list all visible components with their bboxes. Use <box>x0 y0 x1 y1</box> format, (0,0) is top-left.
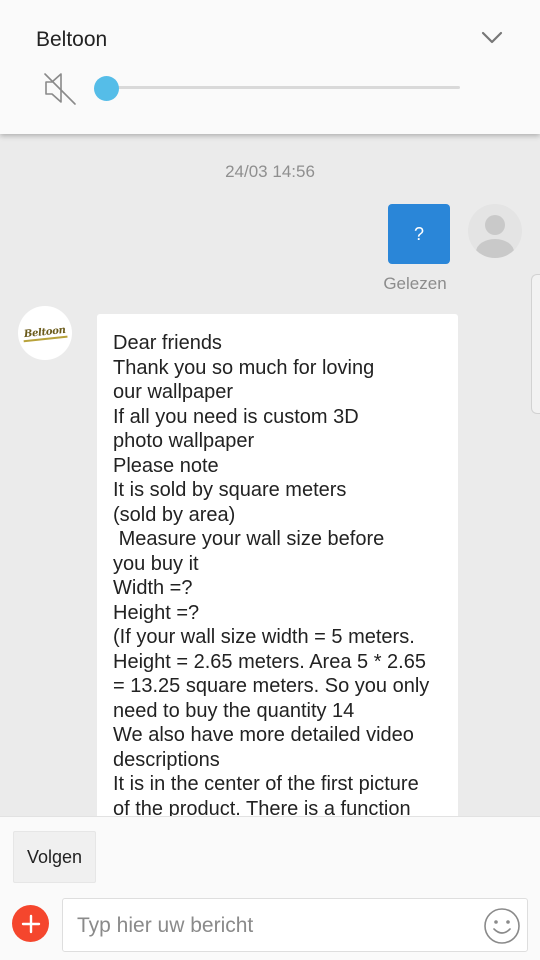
volume-panel-title: Beltoon <box>36 28 108 51</box>
volume-slider[interactable] <box>94 76 460 101</box>
message-timestamp: 24/03 14:56 <box>225 162 315 181</box>
chat-messages[interactable]: 24/03 14:56 ? Gelezen Beltoon Dear frien… <box>0 134 540 816</box>
chat-screen: Beltoon 24/03 14:56 ? Gelezen Beltoon De… <box>0 0 540 960</box>
volume-slider-thumb[interactable] <box>94 76 119 101</box>
received-message-bubble[interactable]: Dear friends Thank you so much for lovin… <box>97 314 458 816</box>
message-input-placeholder: Typ hier uw bericht <box>77 914 254 937</box>
volume-slider-track <box>106 86 460 89</box>
smiley-icon[interactable] <box>483 907 521 945</box>
plus-icon <box>21 914 40 933</box>
bottom-bar: Volgen Typ hier uw bericht <box>0 816 540 960</box>
volume-panel: Beltoon <box>0 0 540 134</box>
user-silhouette-icon <box>476 215 514 258</box>
add-attachment-button[interactable] <box>12 905 49 942</box>
shop-avatar[interactable]: Beltoon <box>18 306 72 360</box>
user-avatar[interactable] <box>468 204 522 258</box>
scroll-edge-handle[interactable] <box>531 274 540 414</box>
read-status: Gelezen <box>383 274 447 293</box>
shop-logo: Beltoon <box>22 324 68 342</box>
chevron-down-icon[interactable] <box>478 26 506 50</box>
sent-message-bubble[interactable]: ? <box>388 204 450 264</box>
message-input[interactable]: Typ hier uw bericht <box>62 898 528 952</box>
speaker-muted-icon[interactable] <box>42 70 78 106</box>
follow-button[interactable]: Volgen <box>13 831 96 883</box>
